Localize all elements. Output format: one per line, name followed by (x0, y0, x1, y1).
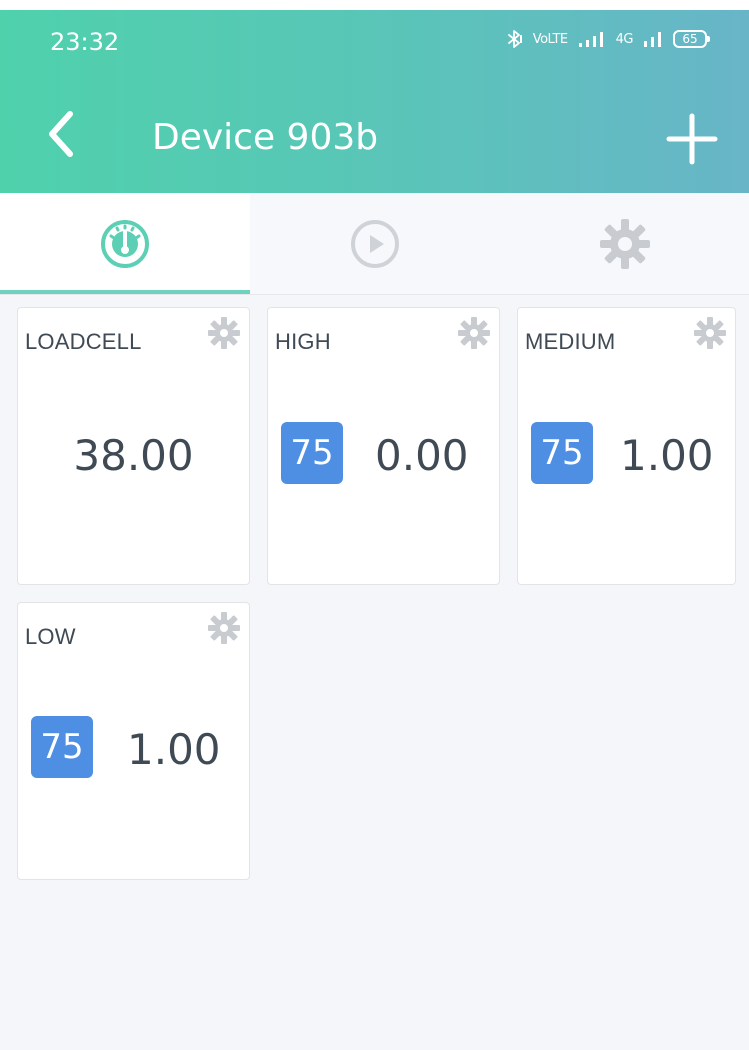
signal-bars-icon (578, 30, 606, 48)
chevron-left-icon (38, 106, 86, 162)
bluetooth-icon (507, 29, 523, 49)
widget-badge: 75 (531, 422, 593, 484)
widget-card-low[interactable]: LOW 75 1.00 (17, 602, 250, 880)
active-tab-indicator (0, 290, 250, 294)
widget-value: 0.00 (375, 431, 469, 480)
network-type: 4G (615, 31, 634, 47)
widget-badge: 75 (281, 422, 343, 484)
widget-label: MEDIUM (525, 329, 616, 354)
gear-icon (598, 217, 652, 271)
dashboard-gauge-icon (99, 218, 151, 270)
widget-card-loadcell[interactable]: LOADCELL 38.00 (17, 307, 250, 585)
plus-icon (663, 110, 721, 168)
widget-value: 1.00 (620, 431, 714, 480)
widget-label: LOW (25, 624, 76, 649)
play-circle-icon (348, 217, 402, 271)
widget-badge: 75 (31, 716, 93, 778)
tab-dashboard[interactable] (0, 193, 250, 294)
tab-settings[interactable] (500, 193, 749, 294)
widget-label: HIGH (275, 329, 331, 354)
battery-icon: 65 (673, 30, 710, 48)
gear-icon (693, 316, 727, 350)
widget-settings-button[interactable] (207, 316, 241, 350)
widget-settings-button[interactable] (693, 316, 727, 350)
status-time: 23:32 (50, 28, 120, 56)
widget-settings-button[interactable] (457, 316, 491, 350)
volte-indicator: VoLTE (532, 31, 568, 47)
widget-card-medium[interactable]: MEDIUM 75 1.00 (517, 307, 736, 585)
top-app-bar: 23:32 VoLTE 4G 65 Device 903b (0, 10, 749, 193)
widget-settings-button[interactable] (207, 611, 241, 645)
widget-card-high[interactable]: HIGH 75 0.00 (267, 307, 500, 585)
gear-icon (207, 316, 241, 350)
tab-bar (0, 193, 749, 295)
app-screen: 23:32 VoLTE 4G 65 Device 903b LOADCELL 3… (0, 10, 749, 1050)
add-widget-button[interactable] (663, 110, 721, 168)
widget-value: 1.00 (127, 725, 221, 774)
status-icons: VoLTE 4G 65 (507, 29, 710, 49)
back-button[interactable] (38, 106, 86, 162)
widget-value: 38.00 (73, 431, 194, 480)
tab-run[interactable] (250, 193, 500, 294)
page-title: Device 903b (152, 117, 379, 158)
gear-icon (207, 611, 241, 645)
network-signal-icon (643, 30, 663, 48)
gear-icon (457, 316, 491, 350)
widget-label: LOADCELL (25, 329, 142, 354)
